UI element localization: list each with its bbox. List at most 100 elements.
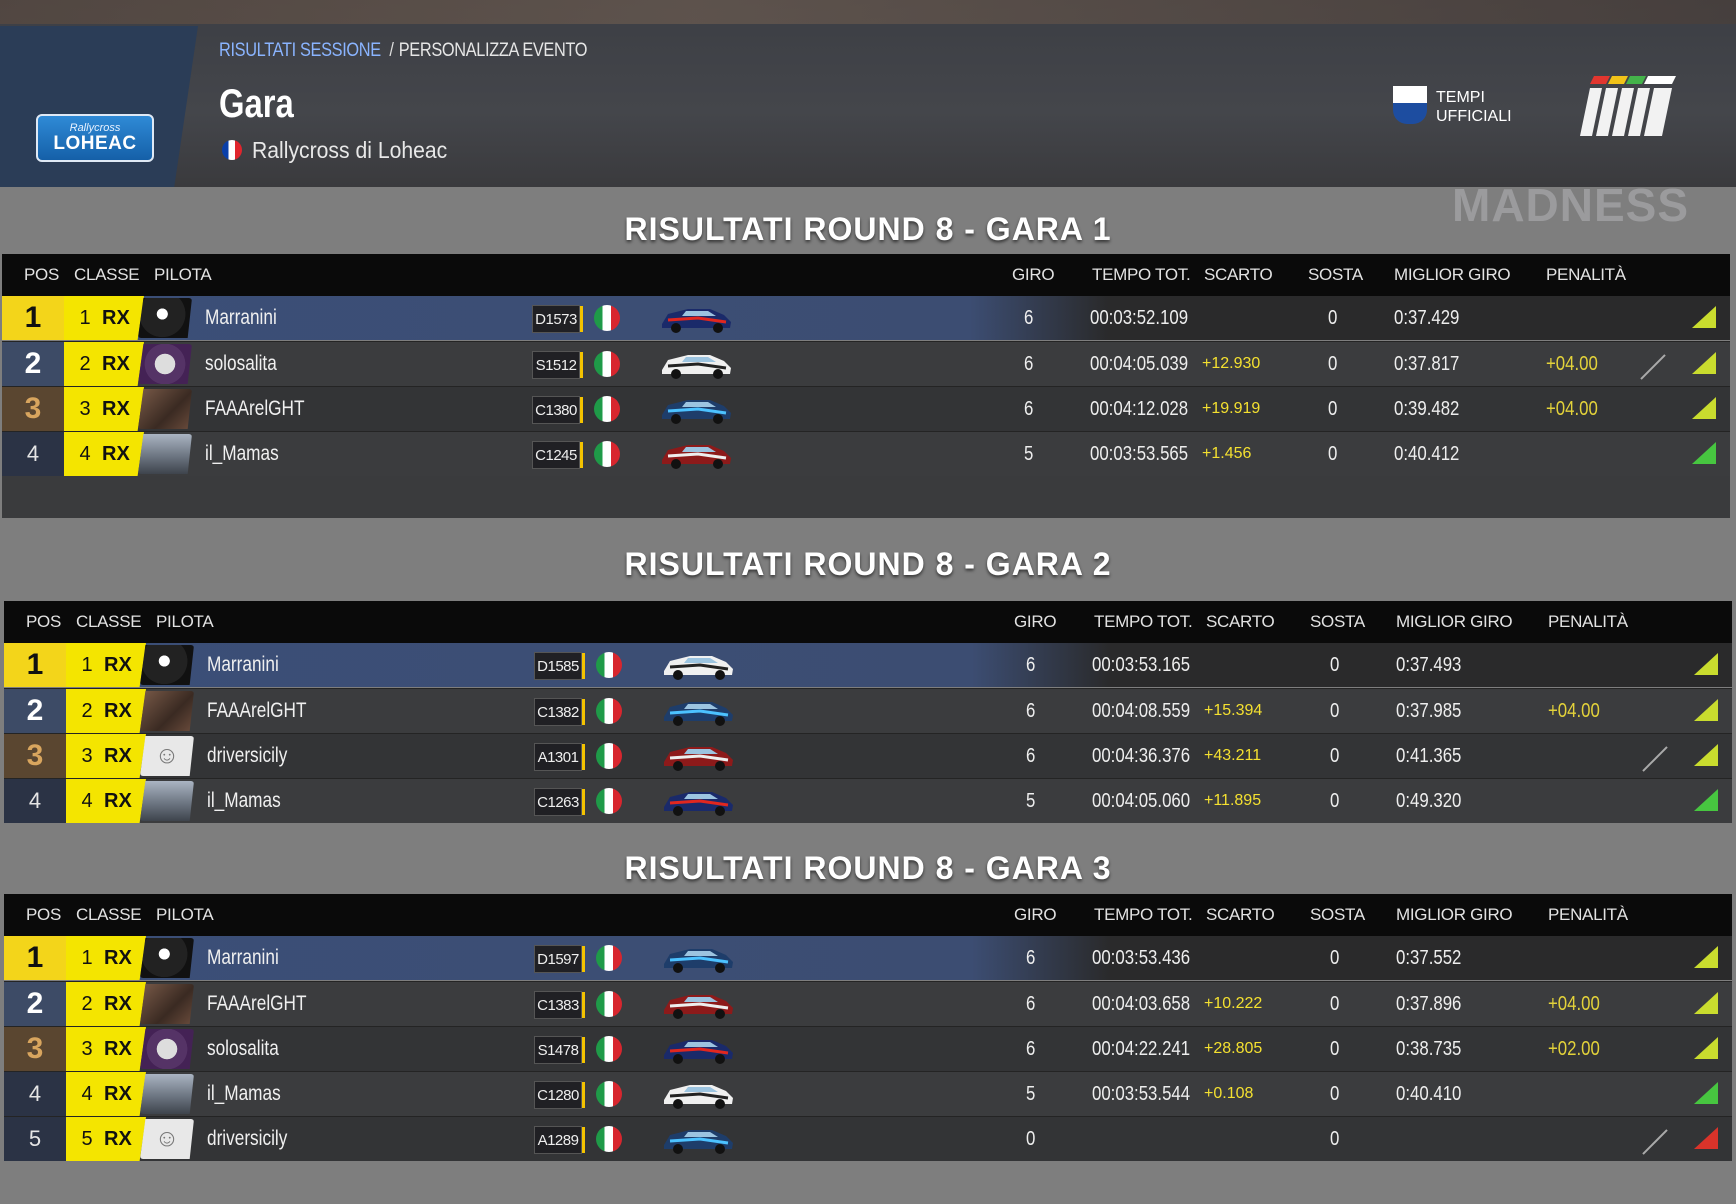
column-header-miglior[interactable]: MIGLIOR GIRO (1396, 905, 1513, 925)
total-time: 00:04:05.039 (1090, 353, 1189, 375)
table-header: POS CLASSE PILOTA GIRO TEMPO TOT. SCARTO SOSTA… (4, 601, 1732, 643)
column-header-penalita[interactable]: PENALITÀ (1548, 905, 1628, 925)
result-row[interactable]: 3 3 RX ☺ driversicily A1301 6 00:04:36.376 +43.2… (4, 733, 1732, 778)
driver-name[interactable]: il_Mamas (207, 789, 281, 813)
position: 4 (4, 1072, 66, 1116)
column-header-sosta[interactable]: SOSTA (1310, 612, 1365, 632)
license-badge: C1383 (534, 991, 585, 1019)
class-position: 1 (81, 653, 93, 676)
driver-name[interactable]: solosalita (205, 352, 277, 376)
column-header-tempo[interactable]: TEMPO TOT. (1094, 905, 1193, 925)
license-badge: D1573 (532, 305, 583, 333)
total-time: 00:04:36.376 (1092, 745, 1191, 767)
column-header-pilota[interactable]: PILOTA (154, 265, 212, 285)
status-triangle-icon (1692, 352, 1716, 374)
result-row[interactable]: 4 4 RX il_Mamas C1245 5 00:03:53.565 +1.456 0 0:4… (2, 431, 1730, 476)
laps: 6 (1024, 307, 1034, 329)
driver-name[interactable]: FAAArelGHT (207, 992, 307, 1016)
driver-name[interactable]: FAAArelGHT (207, 699, 307, 723)
laps: 6 (1026, 745, 1036, 767)
column-header-pos[interactable]: POS (24, 265, 59, 285)
column-header-classe[interactable]: CLASSE (74, 265, 140, 285)
driver-name[interactable]: il_Mamas (205, 442, 279, 466)
event-logo-panel: Rallycross LOHEAC (0, 26, 198, 187)
car-icon (664, 702, 733, 726)
class-badge: 5 RX (66, 1117, 146, 1161)
class-name: RX (102, 397, 130, 420)
column-header-giro[interactable]: GIRO (1014, 905, 1057, 925)
car-icon (662, 400, 731, 424)
driver-name[interactable]: Marranini (207, 653, 279, 677)
driver-name[interactable]: driversicily (207, 744, 287, 768)
gap: +0.108 (1204, 1085, 1254, 1102)
total-time: 00:04:08.559 (1092, 700, 1191, 722)
column-header-penalita[interactable]: PENALITÀ (1546, 265, 1626, 285)
breadcrumb-customize-event[interactable]: PERSONALIZZA EVENTO (399, 40, 588, 61)
italy-flag-icon (594, 305, 620, 331)
class-badge: 1 RX (66, 643, 146, 687)
result-row[interactable]: 1 1 RX Marranini D1585 6 00:03:53.165 0 0:37.493 (4, 643, 1732, 687)
column-header-scarto[interactable]: SCARTO (1206, 905, 1275, 925)
gap: +12.930 (1202, 355, 1261, 372)
driver-name[interactable]: solosalita (207, 1037, 279, 1061)
best-lap: 0:41.365 (1396, 745, 1462, 767)
license-badge: S1478 (534, 1036, 585, 1064)
column-header-pilota[interactable]: PILOTA (156, 905, 214, 925)
gap: +11.895 (1204, 792, 1262, 809)
driver-name[interactable]: driversicily (207, 1127, 287, 1151)
result-row[interactable]: 1 1 RX Marranini D1573 6 00:03:52.109 0 0:37.429 (2, 296, 1730, 340)
column-header-giro[interactable]: GIRO (1014, 612, 1057, 632)
column-header-tempo[interactable]: TEMPO TOT. (1094, 612, 1193, 632)
result-row[interactable]: 1 1 RX Marranini D1597 6 00:03:53.436 0 0:37.552 (4, 936, 1732, 980)
total-time: 00:03:53.165 (1092, 654, 1191, 676)
pit-stops: 0 (1330, 1038, 1340, 1060)
driver-name[interactable]: Marranini (205, 306, 277, 330)
license-badge: C1280 (534, 1081, 585, 1109)
column-header-miglior[interactable]: MIGLIOR GIRO (1396, 612, 1513, 632)
result-row[interactable]: 3 3 RX FAAArelGHT C1380 6 00:04:12.028 +19.919 0… (2, 386, 1730, 431)
column-header-classe[interactable]: CLASSE (76, 905, 142, 925)
flag-marker-icon (1642, 746, 1668, 772)
italy-flag-icon (596, 698, 622, 724)
avatar: ☺ (140, 736, 194, 776)
column-header-miglior[interactable]: MIGLIOR GIRO (1394, 265, 1511, 285)
column-header-sosta[interactable]: SOSTA (1310, 905, 1365, 925)
result-row[interactable]: 2 2 RX FAAArelGHT C1383 6 00:04:03.658 +10.222 0… (4, 981, 1732, 1026)
column-header-scarto[interactable]: SCARTO (1206, 612, 1275, 632)
position: 3 (4, 734, 66, 778)
avatar (138, 389, 192, 429)
column-header-pos[interactable]: POS (26, 612, 61, 632)
result-row[interactable]: 4 4 RX il_Mamas C1263 5 00:04:05.060 +11.895 0 0:… (4, 778, 1732, 823)
result-row[interactable]: 4 4 RX il_Mamas C1280 5 00:03:53.544 +0.108 0 0:4… (4, 1071, 1732, 1116)
column-header-pilota[interactable]: PILOTA (156, 612, 214, 632)
laps: 6 (1024, 398, 1034, 420)
class-badge: 3 RX (66, 1027, 146, 1071)
driver-name[interactable]: Marranini (207, 946, 279, 970)
gap: +19.919 (1202, 400, 1261, 417)
pit-stops: 0 (1330, 700, 1340, 722)
column-header-sosta[interactable]: SOSTA (1308, 265, 1363, 285)
result-row[interactable]: 3 3 RX solosalita S1478 6 00:04:22.241 +28.805 0… (4, 1026, 1732, 1071)
column-header-penalita[interactable]: PENALITÀ (1548, 612, 1628, 632)
italy-flag-icon (596, 743, 622, 769)
column-header-pos[interactable]: POS (26, 905, 61, 925)
car-icon (662, 445, 731, 469)
column-header-tempo[interactable]: TEMPO TOT. (1092, 265, 1191, 285)
driver-name[interactable]: FAAArelGHT (205, 397, 305, 421)
column-header-scarto[interactable]: SCARTO (1204, 265, 1273, 285)
class-position: 1 (81, 946, 93, 969)
class-name: RX (104, 1037, 132, 1060)
class-badge: 4 RX (66, 779, 146, 823)
laps: 5 (1024, 443, 1034, 465)
column-header-giro[interactable]: GIRO (1012, 265, 1055, 285)
breadcrumb-results[interactable]: RISULTATI SESSIONE (219, 40, 381, 61)
result-row[interactable]: 2 2 RX FAAArelGHT C1382 6 00:04:08.559 +15.394 0… (4, 688, 1732, 733)
pit-stops: 0 (1330, 745, 1340, 767)
result-row[interactable]: 5 5 RX ☺ driversicily A1289 0 0 (4, 1116, 1732, 1161)
status-triangle-icon (1694, 789, 1718, 811)
laps: 6 (1026, 1038, 1036, 1060)
column-header-classe[interactable]: CLASSE (76, 612, 142, 632)
result-row[interactable]: 2 2 RX solosalita S1512 6 00:04:05.039 +12.930 0… (2, 341, 1730, 386)
driver-name[interactable]: il_Mamas (207, 1082, 281, 1106)
status-triangle-icon (1694, 946, 1718, 968)
